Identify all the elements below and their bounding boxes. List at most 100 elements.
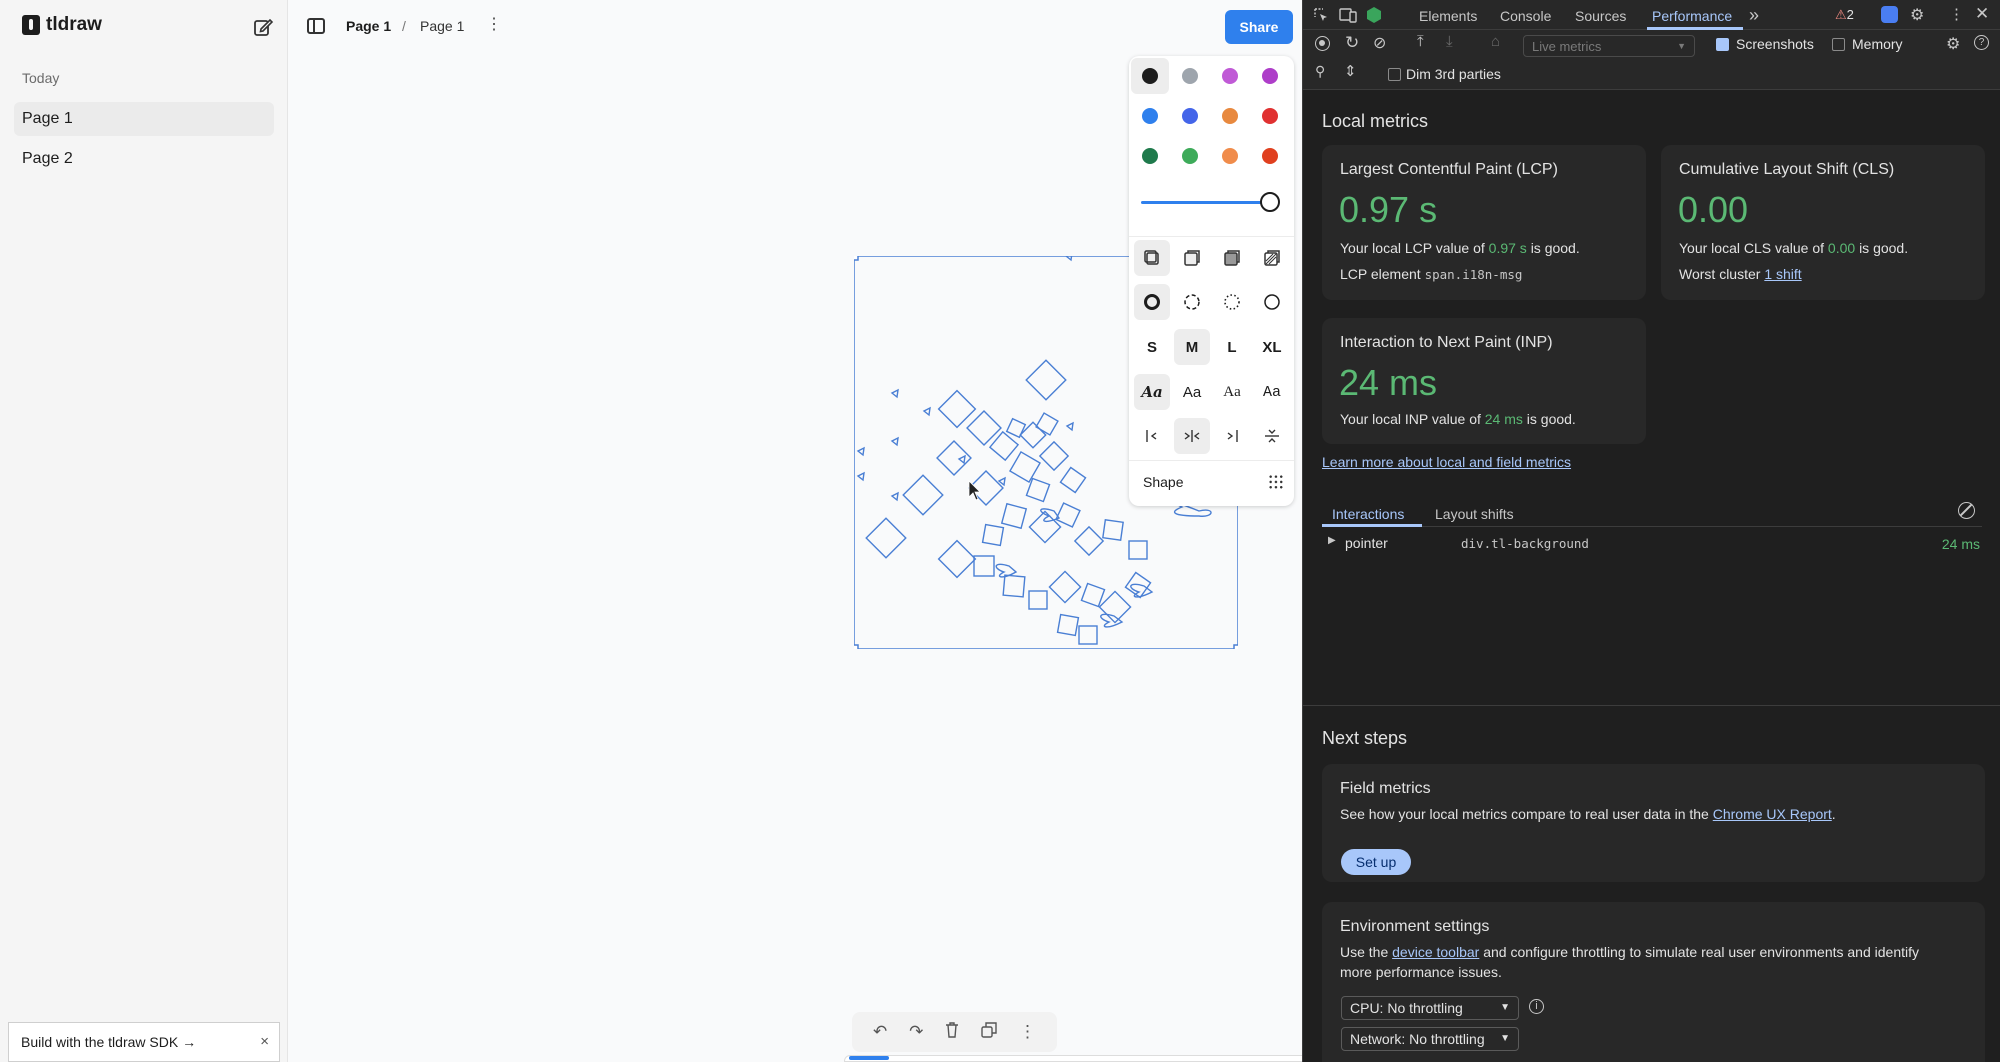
screenshots-checkbox[interactable] (1716, 38, 1729, 51)
color-swatch[interactable] (1211, 98, 1249, 134)
interaction-target[interactable]: div.tl-background (1461, 536, 1589, 551)
clear-recording-icon[interactable]: ⊘ (1373, 33, 1386, 53)
font-sans-button[interactable]: Aa (1174, 374, 1210, 410)
set-up-button[interactable]: Set up (1341, 849, 1411, 875)
help-icon[interactable]: ? (1974, 35, 1989, 50)
vue-devtools-icon[interactable] (1366, 6, 1382, 24)
color-swatch[interactable] (1131, 138, 1169, 174)
record-icon[interactable] (1315, 36, 1330, 51)
size-xl-button[interactable]: XL (1254, 329, 1290, 365)
fill-semi-icon[interactable] (1174, 240, 1210, 276)
color-swatch[interactable] (1171, 58, 1209, 94)
fill-pattern-icon[interactable] (1254, 240, 1290, 276)
expand-triangle-icon[interactable]: ▶ (1328, 535, 1336, 546)
tab-sources[interactable]: Sources (1575, 8, 1626, 24)
canvas[interactable]: Page 1 / Page 1 ⋮ Share S M L XL Aa Aa A… (289, 0, 1329, 1062)
cpu-throttling-select[interactable]: CPU: No throttling (1341, 996, 1519, 1020)
size-m-button[interactable]: M (1174, 329, 1210, 365)
sdk-banner[interactable]: Build with the tldraw SDK → × (8, 1022, 280, 1062)
tab-layout-shifts[interactable]: Layout shifts (1435, 506, 1514, 522)
sidebar-page-label: Page 1 (22, 110, 73, 127)
sdk-banner-label[interactable]: Build with the tldraw SDK → (21, 1034, 196, 1050)
info-icon[interactable]: i (1529, 999, 1544, 1014)
align-end-icon[interactable] (1214, 418, 1250, 454)
dash-solid-icon[interactable] (1254, 284, 1290, 320)
settings-gear-icon[interactable]: ⚙ (1910, 5, 1924, 25)
cls-worst-link[interactable]: 1 shift (1764, 266, 1801, 282)
fill-none-icon[interactable] (1134, 240, 1170, 276)
reload-record-icon[interactable]: ↻ (1345, 33, 1359, 53)
font-serif-button[interactable]: Aa (1214, 374, 1250, 410)
broom-icon[interactable]: ⚲ (1315, 63, 1325, 80)
close-icon[interactable]: × (260, 1033, 269, 1050)
trash-icon[interactable] (945, 1021, 959, 1043)
device-toolbar-link[interactable]: device toolbar (1392, 944, 1479, 960)
color-swatch[interactable] (1171, 98, 1209, 134)
fill-solid-icon[interactable] (1214, 240, 1250, 276)
color-swatch[interactable] (1251, 138, 1289, 174)
size-l-button[interactable]: L (1214, 329, 1250, 365)
redo-icon[interactable]: ↷ (909, 1022, 923, 1042)
main-toolbar-edge[interactable] (844, 1055, 1329, 1062)
tab-console[interactable]: Console (1500, 8, 1551, 24)
cls-description: Your local CLS value of 0.00 is good. (1679, 240, 1908, 256)
dash-dashed-icon[interactable] (1174, 284, 1210, 320)
clear-interactions-icon[interactable] (1958, 502, 1975, 519)
shape-label[interactable]: Shape (1143, 474, 1183, 490)
align-start-icon[interactable] (1134, 418, 1170, 454)
device-toolbar-icon[interactable] (1339, 7, 1357, 23)
more-options-icon[interactable]: ⋮ (486, 17, 502, 33)
close-devtools-icon[interactable]: ✕ (1975, 4, 1989, 24)
collapse-icon[interactable]: ⇕ (1344, 62, 1357, 80)
breadcrumb-file[interactable]: Page 1 (346, 18, 391, 34)
opacity-slider-track[interactable] (1141, 201, 1267, 204)
learn-more-link[interactable]: Learn more about local and field metrics (1322, 454, 1571, 470)
opacity-slider-thumb[interactable] (1260, 192, 1280, 212)
upload-icon[interactable]: ⤒ (1417, 33, 1424, 50)
tab-interactions[interactable]: Interactions (1332, 506, 1404, 522)
interaction-row[interactable]: ▶ pointer div.tl-background 24 ms (1322, 533, 1982, 555)
sidebar-page-1[interactable]: Page 1 (14, 102, 274, 136)
dash-draw-icon[interactable] (1134, 284, 1170, 320)
color-swatch[interactable] (1251, 58, 1289, 94)
tldraw-logo[interactable]: tldraw (22, 14, 102, 36)
extension-icon[interactable] (1881, 6, 1898, 23)
color-swatch[interactable] (1131, 58, 1169, 94)
duplicate-icon[interactable] (981, 1021, 997, 1043)
align-middle-icon[interactable] (1174, 418, 1210, 454)
mode-select[interactable]: Live metrics ▼ (1523, 35, 1695, 57)
color-swatch[interactable] (1171, 138, 1209, 174)
align-justify-icon[interactable] (1254, 418, 1290, 454)
sidebar-toggle-icon[interactable] (307, 18, 325, 34)
network-throttling-select[interactable]: Network: No throttling (1341, 1027, 1519, 1051)
undo-icon[interactable]: ↶ (873, 1022, 887, 1042)
sidebar-page-2[interactable]: Page 2 (14, 142, 274, 176)
new-page-edit-icon[interactable] (252, 16, 274, 38)
color-swatch[interactable] (1211, 138, 1249, 174)
chrome-ux-report-link[interactable]: Chrome UX Report (1713, 806, 1832, 822)
capture-settings-icon[interactable]: ⚙ (1946, 34, 1960, 54)
inspect-element-icon[interactable] (1313, 7, 1329, 23)
more-actions-icon[interactable]: ⋮ (1019, 1022, 1036, 1042)
breadcrumb-page[interactable]: Page 1 (420, 18, 464, 34)
panel-divider (1129, 236, 1294, 237)
color-swatch-dot (1222, 68, 1238, 84)
dim-3rd-parties-checkbox[interactable] (1388, 68, 1401, 81)
tab-elements[interactable]: Elements (1419, 8, 1477, 24)
memory-checkbox[interactable] (1832, 38, 1845, 51)
more-tabs-icon[interactable]: » (1749, 5, 1759, 26)
size-s-button[interactable]: S (1134, 329, 1170, 365)
dash-dotted-icon[interactable] (1214, 284, 1250, 320)
color-swatch[interactable] (1251, 98, 1289, 134)
devtools-menu-icon[interactable]: ⋮ (1949, 5, 1964, 23)
warning-badge[interactable]: ⚠2 (1835, 7, 1854, 23)
share-button[interactable]: Share (1225, 10, 1293, 44)
color-swatch[interactable] (1211, 58, 1249, 94)
font-draw-button[interactable]: Aa (1134, 374, 1170, 410)
cpu-throttling-value: CPU: No throttling (1350, 1000, 1463, 1016)
font-mono-button[interactable]: Aa (1254, 374, 1290, 410)
tab-performance[interactable]: Performance (1652, 8, 1732, 24)
lcp-element-value[interactable]: span.i18n-msg (1425, 267, 1523, 282)
color-swatch[interactable] (1131, 98, 1169, 134)
grid-dots-icon[interactable] (1268, 474, 1284, 490)
